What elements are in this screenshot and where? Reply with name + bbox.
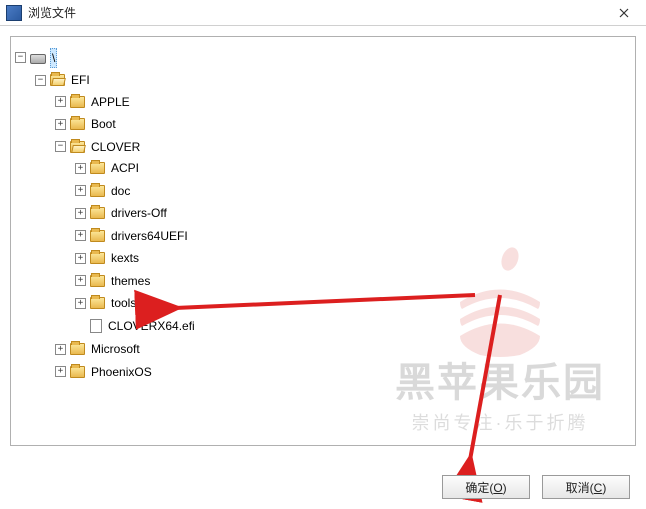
file-icon <box>90 319 102 333</box>
tree-drivers64-row[interactable]: + drivers64UEFI <box>75 227 190 245</box>
cancel-label-pre: 取消( <box>566 481 594 495</box>
folder-icon <box>90 297 105 309</box>
close-icon <box>619 8 629 18</box>
collapse-icon[interactable]: − <box>15 52 26 63</box>
tree-item-label: Boot <box>89 115 118 133</box>
tree-root-row[interactable]: − \ <box>15 48 57 68</box>
no-expander: . <box>75 320 86 331</box>
tree-microsoft-row[interactable]: + Microsoft <box>55 340 142 358</box>
folder-icon <box>70 366 85 378</box>
button-bar: 确定(O) 取消(C) <box>442 475 630 499</box>
tree-item-label: Microsoft <box>89 340 142 358</box>
expand-icon[interactable]: + <box>75 230 86 241</box>
expand-icon[interactable]: + <box>75 298 86 309</box>
tree-item-label: ACPI <box>109 159 141 177</box>
tree-item-label: tools <box>109 294 138 312</box>
tree-acpi-row[interactable]: + ACPI <box>75 159 141 177</box>
expand-icon[interactable]: + <box>55 366 66 377</box>
expand-icon[interactable]: + <box>55 344 66 355</box>
folder-icon <box>90 162 105 174</box>
tree-item-label: themes <box>109 272 152 290</box>
expand-icon[interactable]: + <box>75 208 86 219</box>
tree-item-label: CLOVER <box>89 138 142 156</box>
folder-icon <box>90 207 105 219</box>
folder-icon <box>70 96 85 108</box>
tree-kexts-row[interactable]: + kexts <box>75 249 141 267</box>
tree-item-label: drivers-Off <box>109 204 169 222</box>
watermark-subtitle: 崇尚专注·乐于折腾 <box>395 409 605 435</box>
tree-item-label: doc <box>109 182 132 200</box>
expand-icon[interactable]: + <box>55 96 66 107</box>
tree-boot-row[interactable]: + Boot <box>55 115 118 133</box>
close-button[interactable] <box>601 0 646 26</box>
tree-phoenix-row[interactable]: + PhoenixOS <box>55 363 154 381</box>
tree-item-label: CLOVERX64.efi <box>106 317 197 335</box>
titlebar: 浏览文件 <box>0 0 646 26</box>
tree-apple-row[interactable]: + APPLE <box>55 93 132 111</box>
folder-icon <box>70 343 85 355</box>
tree-item-label: drivers64UEFI <box>109 227 190 245</box>
folder-icon <box>70 118 85 130</box>
collapse-icon[interactable]: − <box>35 75 46 86</box>
tree-item-label: APPLE <box>89 93 132 111</box>
tree-efi-row[interactable]: − EFI <box>35 71 92 89</box>
expand-icon[interactable]: + <box>75 253 86 264</box>
expand-icon[interactable]: + <box>75 275 86 286</box>
drive-icon <box>30 54 46 64</box>
expand-icon[interactable]: + <box>75 185 86 196</box>
ok-label-pre: 确定( <box>465 481 493 495</box>
tree-doc-row[interactable]: + doc <box>75 182 132 200</box>
folder-icon <box>90 252 105 264</box>
folder-open-icon <box>50 74 65 86</box>
ok-hotkey: O <box>493 481 502 495</box>
folder-icon <box>90 185 105 197</box>
folder-open-icon <box>70 141 85 153</box>
ok-button[interactable]: 确定(O) <box>442 475 530 499</box>
app-icon <box>6 5 22 21</box>
tree-cloverx64-row[interactable]: . CLOVERX64.efi <box>75 317 197 335</box>
ok-label-post: ) <box>503 481 507 495</box>
collapse-icon[interactable]: − <box>55 141 66 152</box>
cancel-button[interactable]: 取消(C) <box>542 475 630 499</box>
folder-icon <box>90 230 105 242</box>
folder-icon <box>90 275 105 287</box>
tree-item-label: EFI <box>69 71 92 89</box>
expand-icon[interactable]: + <box>55 119 66 130</box>
file-tree: − \ − EFI + A <box>15 45 631 384</box>
window-title: 浏览文件 <box>28 4 76 21</box>
tree-driversoff-row[interactable]: + drivers-Off <box>75 204 169 222</box>
cancel-label-post: ) <box>602 481 606 495</box>
tree-item-label: PhoenixOS <box>89 363 154 381</box>
tree-tools-row[interactable]: + tools <box>75 294 138 312</box>
expand-icon[interactable]: + <box>75 163 86 174</box>
tree-clover-row[interactable]: − CLOVER <box>55 138 142 156</box>
tree-container[interactable]: − \ − EFI + A <box>10 36 636 446</box>
tree-themes-row[interactable]: + themes <box>75 272 152 290</box>
tree-root-label[interactable]: \ <box>50 48 57 68</box>
tree-item-label: kexts <box>109 249 141 267</box>
